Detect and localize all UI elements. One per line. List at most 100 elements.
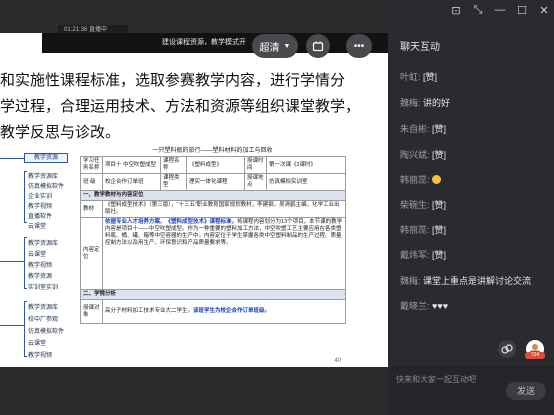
window-controls: ⊡ ⤡ — ☐ ✕ xyxy=(450,4,550,17)
chat-message: 韩丽蕊: xyxy=(400,173,442,186)
diagram-item: 教学视频 xyxy=(28,353,53,359)
highlight-text: 该班学生为校企合作订单班级。 xyxy=(193,308,271,314)
table-cell: 课程名称 xyxy=(160,156,187,174)
slide-line-2: 学过程，合理运用技术、方法和资源等组织课堂教学， xyxy=(0,97,361,115)
slide-line-3: 教学反思与诊改。 xyxy=(0,123,121,141)
diagram-item: 直播软件 xyxy=(28,214,53,220)
table-cell: 第一次课《2课时》 xyxy=(266,156,346,174)
body-text: 高分子材料加工技术专业大二学生， xyxy=(105,308,194,314)
highlight-text: 依据专业人才培养方案、《塑料成型技术》课程标准， xyxy=(105,219,238,225)
chat-text: [赞] xyxy=(432,124,447,134)
table-cell: 教材 xyxy=(80,200,103,218)
document-header: 建设课程资源，教学模式开 xyxy=(42,33,388,53)
diagram-item: 云课堂 xyxy=(28,252,47,258)
link-icon xyxy=(501,344,513,354)
table-cell: 班 级 xyxy=(80,173,103,191)
lesson-plan-form: 一只塑料瓶的旅行——塑料材料的加工与回收 学习任务名称 项目十 中空吹塑成型 课… xyxy=(80,146,346,366)
table-row: 二、学情分析 xyxy=(80,289,346,300)
diagram-item: 仿真模拟软件 xyxy=(28,329,65,335)
picture-in-picture-icon xyxy=(312,41,324,52)
caret-down-icon: ▼ xyxy=(283,42,291,50)
diagram-item: 教学资源库 xyxy=(28,305,59,311)
table-cell: 授课时间 xyxy=(244,156,267,174)
chat-message: 朱自彬: [赞] xyxy=(400,122,446,135)
table-row: 教材 《塑料成型技术》（第三版），“十三五”职业教育国家规划教材，李建钢，吴清鹤… xyxy=(80,200,346,218)
smile-emoji-icon xyxy=(432,175,442,184)
chat-user: 戴晓兰: xyxy=(400,301,430,311)
diagram-item: 教学资源库 xyxy=(28,174,59,180)
diagram-bracket xyxy=(24,237,27,289)
chat-input[interactable]: 快来和大家一起互动吧 xyxy=(396,374,476,385)
minimize-icon[interactable]: — xyxy=(494,4,506,17)
quality-selector[interactable]: 超清 ▼ xyxy=(252,34,298,58)
table-row: 学习任务名称 项目十 中空吹塑成型 课程名称 《塑料成型》 授课时间 第一次课《… xyxy=(80,156,346,174)
viewer-avatar[interactable]: 734 xyxy=(525,340,545,359)
table-cell: 高分子材料加工技术专业大二学生，该班学生为校企合作订单班级。 xyxy=(102,299,346,324)
expand-icon[interactable]: ⤡ xyxy=(472,4,484,17)
link-button[interactable] xyxy=(498,340,516,358)
video-area[interactable]: 01:21:36 直播中 建设课程资源，教学模式开 和实施性课程标准，选取参赛教… xyxy=(0,0,388,415)
pip-button[interactable] xyxy=(306,34,330,58)
chat-text: [赞] xyxy=(432,200,447,210)
diagram-item: 企业实训 xyxy=(28,194,53,200)
chat-user: 陶兴斌: xyxy=(400,150,430,160)
diagram-root: 教学资源 xyxy=(24,153,68,163)
diagram-bracket xyxy=(24,301,27,357)
table-cell: 授课地点 xyxy=(244,173,267,191)
close-icon[interactable]: ✕ xyxy=(538,4,550,17)
diagram-item: 实训室实训 xyxy=(28,285,59,291)
diagram-arrow xyxy=(0,325,24,326)
resource-diagram: 教学资源 教学资源库 仿真模拟软件 企业实训 教学视频 直播软件 云课堂 教学资… xyxy=(0,151,72,367)
maximize-icon[interactable]: ☐ xyxy=(516,4,528,17)
chat-title: 聊天互动 xyxy=(400,42,440,53)
diagram-item: 校中厂参观 xyxy=(28,317,59,323)
section-heading: 一、教学教材与内容定位 xyxy=(80,190,346,201)
lesson-plan-table: 学习任务名称 项目十 中空吹塑成型 课程名称 《塑料成型》 授课时间 第一次课《… xyxy=(80,156,346,324)
diagram-item: 教学视频 xyxy=(28,204,53,210)
diagram-item: 云课堂 xyxy=(28,341,47,347)
quality-label: 超清 xyxy=(259,42,280,54)
chat-user: 叶虹: xyxy=(400,72,421,82)
diagram-arrow xyxy=(0,158,24,159)
viewer-count-badge: 734 xyxy=(525,352,545,359)
diagram-item: 仿真模拟软件 xyxy=(28,184,65,190)
chat-text: 课堂上重点是讲解讨论交流 xyxy=(423,276,532,286)
section-heading: 二、学情分析 xyxy=(80,289,346,300)
table-row: 班 级 校企合作订单班 课程类型 理实一体化课程 授课地点 仿真模拟实训室 xyxy=(80,173,346,191)
chat-message: 魏梅: 讲的好 xyxy=(400,96,450,109)
page-number: 40 xyxy=(334,358,341,364)
form-title: 一只塑料瓶的旅行——塑料材料的加工与回收 xyxy=(152,148,273,154)
diagram-bracket xyxy=(24,171,27,223)
diagram-arrow xyxy=(0,261,24,262)
chat-user: 戴炜军: xyxy=(400,250,430,260)
diagram-item: 教学视频 xyxy=(28,263,53,269)
video-bottom-bar xyxy=(0,367,388,415)
chat-message: 戴晓兰: ♥♥♥ xyxy=(400,299,448,312)
table-cell: 校企合作订单班 xyxy=(102,173,161,191)
chat-text: 讲的好 xyxy=(423,98,451,108)
chat-message: 魏梅: 课堂上重点是讲解讨论交流 xyxy=(400,274,531,287)
table-cell: 内容定位 xyxy=(80,217,103,290)
chat-text: [赞] xyxy=(423,72,438,82)
live-class-app: 01:21:36 直播中 建设课程资源，教学模式开 和实施性课程标准，选取参赛教… xyxy=(0,0,554,415)
slide-line-1: 和实施性课程标准，选取参赛教学内容，进行学情分 xyxy=(0,71,346,89)
more-button[interactable]: ••• xyxy=(346,34,372,58)
chat-message: 韩丽蕊: [赞] xyxy=(400,223,446,236)
hearts-text: ♥♥♥ xyxy=(432,301,449,311)
more-dots-icon: ••• xyxy=(353,40,365,52)
send-button[interactable]: 发送 xyxy=(506,382,546,400)
chat-user: 韩丽蕊: xyxy=(400,225,430,235)
chat-text: [赞] xyxy=(432,250,447,260)
diagram-item: 教学资源库 xyxy=(28,241,59,247)
chat-message: 叶虹: [赞] xyxy=(400,70,437,83)
table-cell: 学习任务名称 xyxy=(80,156,103,174)
table-cell: 仿真模拟实训室 xyxy=(266,173,346,191)
pin-icon[interactable]: ⊡ xyxy=(450,4,462,17)
chat-user: 魏梅: xyxy=(400,98,421,108)
chat-panel: ⊡ ⤡ — ☐ ✕ 聊天互动 叶虹: [赞] 魏梅: 讲的好 朱自彬: [赞] … xyxy=(388,0,554,415)
table-row: 授课对象 高分子材料加工技术专业大二学生，该班学生为校企合作订单班级。 xyxy=(80,299,346,324)
chat-text: [赞] xyxy=(432,150,447,160)
table-cell: 依据专业人才培养方案、《塑料成型技术》课程标准，将课程内容划分为13个项目，本节… xyxy=(102,217,346,290)
table-cell: 课程类型 xyxy=(160,173,187,191)
table-cell: 授课对象 xyxy=(80,299,103,324)
